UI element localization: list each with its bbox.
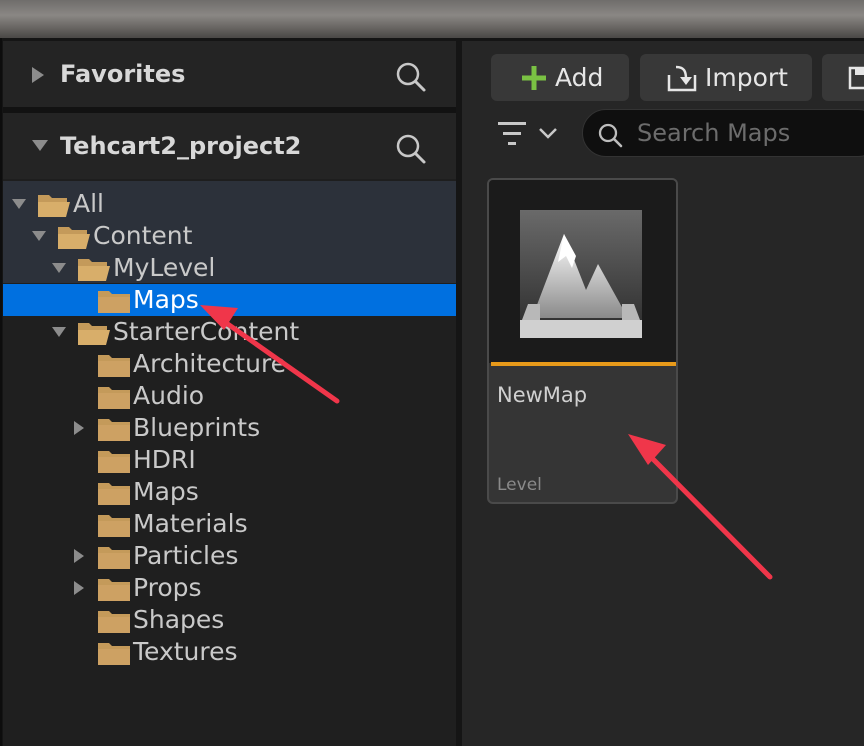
search-icon	[598, 123, 623, 148]
tree-item-label: Textures	[133, 637, 238, 666]
folder-icon	[98, 611, 130, 633]
tree-item-label: Materials	[133, 509, 248, 538]
save-all-button[interactable]	[822, 54, 864, 101]
expanded-arrow-icon[interactable]	[11, 196, 27, 212]
search-icon[interactable]	[395, 133, 427, 165]
collapsed-arrow-icon[interactable]	[31, 66, 45, 84]
import-button[interactable]: Import	[640, 54, 812, 101]
tree-item-label: Props	[133, 573, 202, 602]
tree-item-audio[interactable]: Audio	[3, 380, 456, 412]
window-titlebar-strip	[0, 0, 864, 38]
import-icon	[667, 65, 697, 92]
favorites-header[interactable]: Favorites	[3, 41, 456, 107]
asset-type: Level	[497, 475, 542, 495]
folder-icon	[98, 515, 130, 537]
sources-panel: Favorites Tehcart2_project2 All Content My…	[3, 41, 456, 746]
add-button[interactable]: Add	[491, 54, 629, 101]
tree-item-label: HDRI	[133, 445, 196, 474]
tree-item-maps[interactable]: Maps	[3, 284, 456, 316]
search-icon[interactable]	[395, 61, 427, 93]
tree-item-label: Audio	[133, 381, 205, 410]
collapsed-arrow-icon[interactable]	[71, 548, 87, 564]
folder-open-icon	[58, 227, 90, 249]
expanded-arrow-icon[interactable]	[51, 324, 67, 340]
tree-item-particles[interactable]: Particles	[3, 540, 456, 572]
tree-item-content[interactable]: Content	[3, 220, 456, 252]
expanded-arrow-icon[interactable]	[51, 260, 67, 276]
tree-item-label: Particles	[133, 541, 239, 570]
import-button-label: Import	[705, 63, 788, 92]
tree-item-props[interactable]: Props	[3, 572, 456, 604]
tree-item-materials[interactable]: Materials	[3, 508, 456, 540]
tree-item-all[interactable]: All	[3, 188, 456, 220]
asset-tile-newmap[interactable]: NewMap Level	[487, 178, 678, 504]
asset-thumbnail	[489, 180, 676, 363]
save-icon	[848, 66, 864, 90]
folder-icon	[98, 451, 130, 473]
tree-item-hdri[interactable]: HDRI	[3, 444, 456, 476]
tree-item-label: All	[73, 189, 104, 218]
folder-open-icon	[78, 323, 110, 345]
folder-icon	[98, 579, 130, 601]
expanded-arrow-icon[interactable]	[31, 228, 47, 244]
project-title: Tehcart2_project2	[60, 132, 302, 160]
search-maps-input[interactable]: Search Maps	[582, 109, 864, 157]
folder-icon	[98, 483, 130, 505]
tree-item-mylevel[interactable]: MyLevel	[3, 252, 456, 284]
favorites-title: Favorites	[60, 60, 186, 88]
tree-item-label: Content	[93, 221, 193, 250]
folder-icon	[98, 291, 130, 313]
folder-icon	[98, 419, 130, 441]
tree-item-maps[interactable]: Maps	[3, 476, 456, 508]
asset-name: NewMap	[497, 383, 588, 407]
tree-item-label: Maps	[133, 477, 199, 506]
collapsed-arrow-icon[interactable]	[71, 580, 87, 596]
tree-item-label: Maps	[133, 285, 199, 314]
asset-view-panel: Add Import Search Maps NewMap Level	[462, 41, 864, 746]
tree-item-startercontent[interactable]: StarterContent	[3, 316, 456, 348]
folder-icon	[98, 387, 130, 409]
tree-item-textures[interactable]: Textures	[3, 636, 456, 668]
tree-item-label: Blueprints	[133, 413, 261, 442]
folder-open-icon	[38, 195, 70, 217]
add-button-label: Add	[555, 63, 604, 92]
asset-type-color-bar	[491, 362, 676, 366]
folder-icon	[98, 355, 130, 377]
folder-tree: All Content MyLevel Maps StarterContent Archi…	[3, 181, 456, 746]
filter-icon[interactable]	[496, 119, 566, 149]
collapsed-arrow-icon[interactable]	[71, 420, 87, 436]
tree-item-label: Shapes	[133, 605, 225, 634]
tree-item-label: StarterContent	[113, 317, 300, 346]
tree-item-architecture[interactable]: Architecture	[3, 348, 456, 380]
tree-item-label: MyLevel	[113, 253, 216, 282]
tree-item-shapes[interactable]: Shapes	[3, 604, 456, 636]
folder-icon	[98, 547, 130, 569]
tree-item-label: Architecture	[133, 349, 287, 378]
tree-item-blueprints[interactable]: Blueprints	[3, 412, 456, 444]
search-placeholder: Search Maps	[637, 119, 791, 147]
folder-open-icon	[78, 259, 110, 281]
expanded-arrow-icon[interactable]	[31, 139, 49, 152]
project-header[interactable]: Tehcart2_project2	[3, 113, 456, 179]
plus-icon	[522, 66, 546, 90]
folder-icon	[98, 643, 130, 665]
level-thumbnail-icon	[520, 210, 642, 338]
